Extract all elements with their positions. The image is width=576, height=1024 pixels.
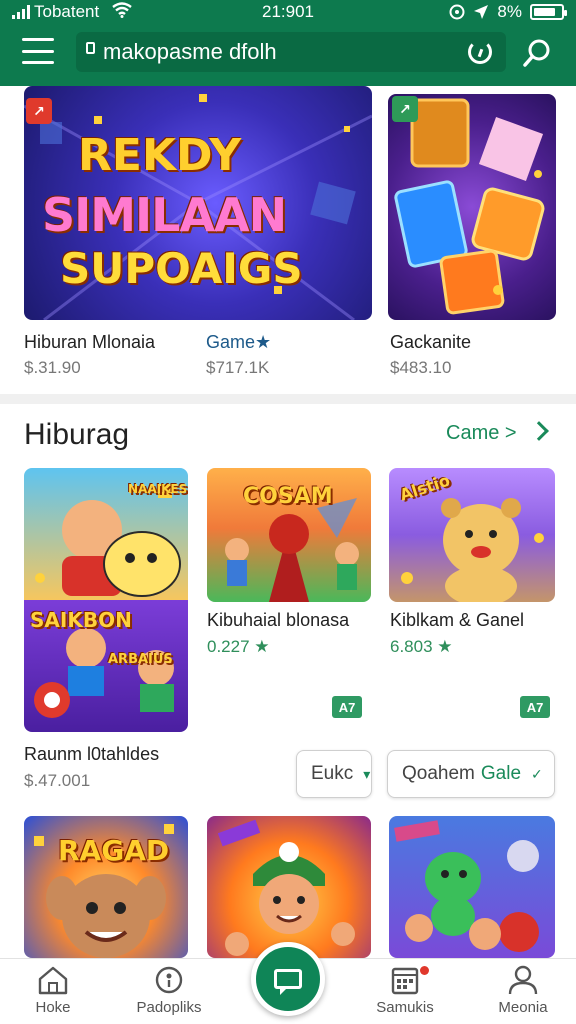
- app-bar: Tobatent 21:901 8% makopasme dfolh: [0, 0, 576, 86]
- grid-card-1-title[interactable]: Raunm l0tahldes: [24, 744, 159, 765]
- nav-item-profile[interactable]: Meonia: [478, 965, 568, 1016]
- menu-button[interactable]: [22, 38, 54, 64]
- grid-card-1-art-corner: NAAIKES: [128, 482, 188, 496]
- nav-label-home: Hoke: [35, 999, 71, 1016]
- filter-2-accent: Gale: [480, 763, 522, 784]
- reload-icon[interactable]: [468, 40, 492, 64]
- wifi-icon: [112, 2, 132, 18]
- grid-card-2-thumb[interactable]: COSAM: [207, 468, 371, 602]
- nav-item-home[interactable]: Hoke: [8, 965, 98, 1016]
- featured-card-3-thumb[interactable]: [388, 94, 556, 320]
- signal-icon: [12, 5, 30, 19]
- featured-price-1: $.31.90: [24, 358, 81, 377]
- grid-card-1-price: $.47.001: [24, 771, 91, 790]
- featured-price-3: $483.10: [390, 358, 452, 377]
- url-field[interactable]: makopasme dfolh: [76, 32, 506, 72]
- battery-percent: 8%: [497, 2, 522, 21]
- carrier-name: Tobatent: [34, 2, 100, 21]
- featured-price-2: $717.1K: [206, 358, 270, 377]
- chat-icon: [274, 969, 302, 995]
- grid-card-1-art-bottom: ARBAIUS: [108, 652, 173, 667]
- featured-card-1-thumb[interactable]: REKDY SIMILAAN SUPOAIGS: [24, 86, 372, 320]
- featured-badge-red: ↗: [26, 98, 52, 124]
- grid-card-3-title[interactable]: Kiblkam & Ganel: [390, 610, 524, 631]
- section-divider: [0, 394, 576, 404]
- url-text: makopasme dfolh: [103, 39, 277, 64]
- featured-art-line-3: SUPOAIGS: [60, 244, 303, 293]
- featured-badge-green: ↗: [392, 96, 418, 122]
- alarm-icon: [449, 4, 465, 20]
- check-icon: ✓: [531, 765, 543, 782]
- lock-icon: [86, 42, 95, 54]
- nav-label-calendar: Samukis: [376, 999, 434, 1016]
- grid-row2-card-2-thumb[interactable]: [207, 816, 371, 958]
- featured-title-3[interactable]: Gackanite: [390, 332, 471, 353]
- grid-row2-card-3-art: [394, 820, 539, 952]
- featured-title-1[interactable]: Hiburan Mlonaia: [24, 332, 155, 353]
- search-icon[interactable]: [522, 38, 552, 68]
- chevron-down-icon: ▾: [363, 765, 371, 782]
- person-icon: [508, 965, 538, 995]
- filter-1-label: Eukc: [311, 763, 354, 784]
- grid-row2-card-1-thumb[interactable]: RAGAD: [24, 816, 188, 958]
- chevron-right-icon[interactable]: [529, 421, 549, 441]
- clock: 21:901: [262, 2, 314, 21]
- grid-card-1-art: [34, 484, 181, 718]
- filter-2-label: Qoahem: [402, 763, 475, 784]
- grid-row2-card-3-thumb[interactable]: [389, 816, 555, 958]
- nav-label-explore: Padopliks: [136, 999, 202, 1016]
- section-title: Hiburag: [24, 418, 130, 451]
- grid-card-3-rating: 6.803 ★: [390, 637, 453, 656]
- grid-card-2-rating: 0.227 ★: [207, 637, 270, 656]
- grid-row2-card-1-art-label: RAGAD: [58, 834, 170, 867]
- grid-card-1-thumb[interactable]: SAIKBON ARBAIUS NAAIKES: [24, 468, 188, 732]
- grid-card-3-thumb[interactable]: Alstio: [389, 468, 555, 602]
- featured-art-line-2: SIMILAAN: [42, 188, 287, 242]
- status-right: 8%: [449, 2, 567, 22]
- featured-art-line-1: REKDY: [78, 130, 242, 181]
- grid-card-1-art-top: SAIKBON: [30, 608, 132, 632]
- notification-dot: [420, 966, 429, 975]
- nav-item-calendar[interactable]: Samukis: [360, 965, 450, 1016]
- calendar-icon: [391, 967, 419, 995]
- featured-3-art: [394, 98, 545, 315]
- status-bar: Tobatent 21:901 8%: [0, 0, 576, 26]
- featured-title-2[interactable]: Game★: [206, 332, 271, 353]
- grid-card-2-tag: A7: [332, 696, 362, 718]
- nav-item-explore[interactable]: Padopliks: [124, 965, 214, 1016]
- filter-dropdown-2[interactable]: Qoahem Gale ✓: [387, 750, 555, 798]
- battery-icon: [530, 4, 567, 20]
- filter-dropdown-1[interactable]: Eukc ▾: [296, 750, 372, 798]
- location-icon: [474, 5, 489, 19]
- nav-label-profile: Meonia: [498, 999, 548, 1016]
- home-icon: [38, 966, 68, 995]
- compass-icon: [155, 966, 183, 994]
- grid-card-2-art-label: COSAM: [243, 484, 333, 509]
- grid-card-2-title[interactable]: Kibuhaial blonasa: [207, 610, 349, 631]
- grid-row2-card-2-art: [217, 819, 355, 956]
- chat-fab-button[interactable]: [251, 942, 325, 1016]
- carrier: Tobatent: [12, 2, 99, 22]
- section-more-link[interactable]: Came >: [446, 422, 517, 445]
- grid-card-3-tag: A7: [520, 696, 550, 718]
